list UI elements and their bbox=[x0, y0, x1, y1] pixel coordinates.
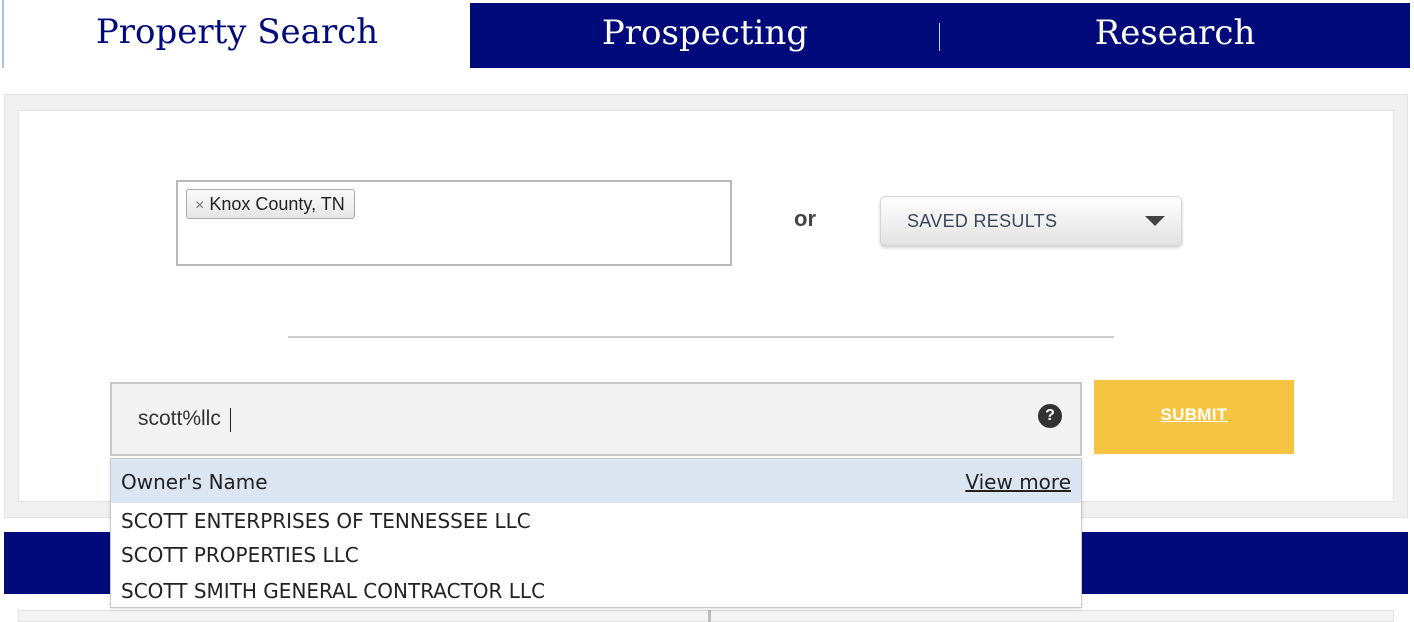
main-tabs: Property Search Prospecting Research bbox=[0, 0, 1414, 68]
autocomplete-item[interactable]: SCOTT SMITH GENERAL CONTRACTOR LLC bbox=[121, 579, 545, 603]
autocomplete-category: Owner's Name bbox=[121, 470, 268, 494]
tab-bar: Prospecting Research bbox=[470, 3, 1410, 68]
location-select[interactable]: × Knox County, TN bbox=[176, 180, 732, 266]
autocomplete-item[interactable]: SCOTT ENTERPRISES OF TENNESSEE LLC bbox=[121, 509, 531, 533]
text-cursor bbox=[230, 408, 231, 432]
saved-results-dropdown[interactable]: SAVED RESULTS bbox=[880, 196, 1182, 246]
tab-research[interactable]: Research bbox=[940, 3, 1410, 68]
submit-button[interactable]: SUBMIT bbox=[1094, 380, 1294, 454]
section-divider bbox=[288, 336, 1114, 338]
results-panel-separator bbox=[708, 610, 711, 622]
search-box: ? bbox=[110, 382, 1082, 456]
autocomplete-dropdown: Owner's Name View more SCOTT ENTERPRISES… bbox=[110, 458, 1082, 608]
location-chip-label: Knox County, TN bbox=[209, 194, 345, 214]
view-more-link[interactable]: View more bbox=[965, 470, 1071, 494]
tab-property-search-label: Property Search bbox=[95, 12, 379, 52]
autocomplete-category-header: Owner's Name View more bbox=[111, 459, 1081, 503]
help-icon[interactable]: ? bbox=[1038, 404, 1062, 428]
remove-chip-icon[interactable]: × bbox=[195, 197, 204, 214]
autocomplete-item[interactable]: SCOTT PROPERTIES LLC bbox=[121, 543, 359, 567]
results-panel bbox=[18, 610, 1394, 622]
saved-results-label: SAVED RESULTS bbox=[907, 211, 1058, 231]
caret-down-icon bbox=[1145, 216, 1165, 226]
or-label: or bbox=[794, 206, 816, 231]
search-input[interactable] bbox=[138, 402, 1018, 436]
submit-button-label: SUBMIT bbox=[1160, 405, 1228, 424]
tab-prospecting[interactable]: Prospecting bbox=[470, 3, 940, 68]
tab-property-search[interactable]: Property Search bbox=[2, 0, 470, 68]
location-chip[interactable]: × Knox County, TN bbox=[186, 189, 355, 219]
